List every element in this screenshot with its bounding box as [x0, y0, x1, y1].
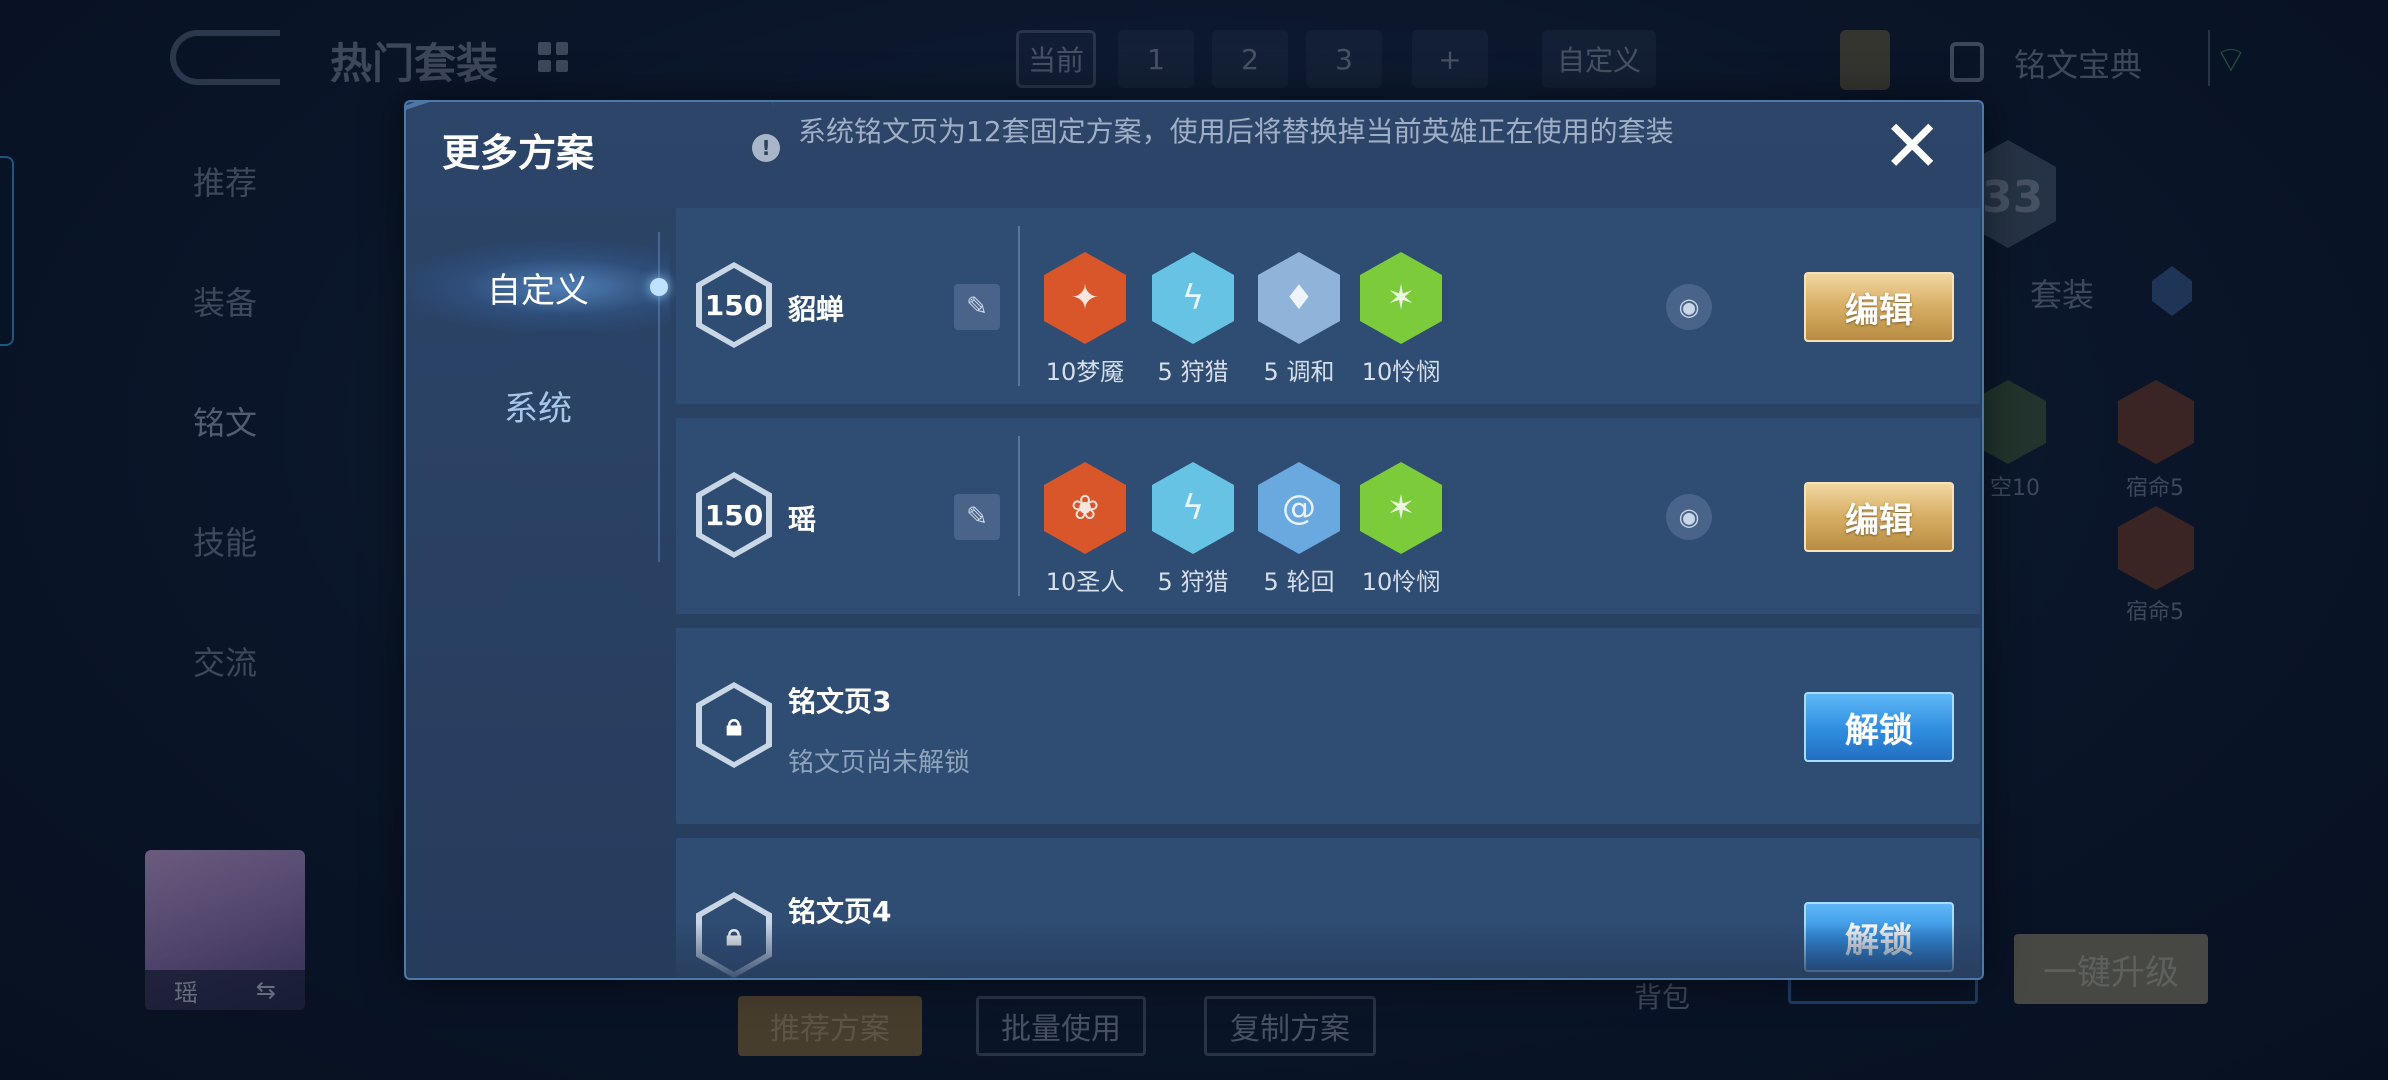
sidebar-item-system[interactable]: 系统	[406, 360, 670, 450]
rune-icon-3[interactable]: @	[1258, 462, 1340, 554]
rename-pen-icon[interactable]: ✎	[954, 284, 1000, 330]
preview-eye-icon[interactable]: ◉	[1666, 494, 1712, 540]
rune-icon-4[interactable]: ✶	[1360, 252, 1442, 344]
rune-label-2: 5 狩猎	[1157, 358, 1229, 386]
info-text: 系统铭文页为12套固定方案，使用后将替换掉当前英雄正在使用的套装	[798, 115, 1674, 148]
scroll-fade	[406, 922, 1982, 978]
rune-icon-1[interactable]: ❀	[1044, 462, 1126, 554]
rune-label-2: 5 狩猎	[1157, 568, 1229, 596]
rune-label-3: 5 轮回	[1263, 568, 1335, 596]
more-plans-modal: 更多方案 ! 系统铭文页为12套固定方案，使用后将替换掉当前英雄正在使用的套装 …	[404, 100, 1984, 980]
sidebar-active-dot	[650, 278, 668, 296]
level-badge: 150	[696, 472, 772, 558]
level-badge: 150	[696, 262, 772, 348]
page-status: 铭文页尚未解锁	[788, 748, 971, 778]
lock-badge: 🔒︎	[696, 682, 772, 768]
row-divider	[1018, 226, 1020, 386]
level-value: 150	[702, 478, 766, 552]
rune-icon-2[interactable]: ϟ	[1152, 252, 1234, 344]
rune-page-row-3[interactable]: 🔒︎ 铭文页3 铭文页尚未解锁 解锁	[676, 628, 1980, 824]
edit-button[interactable]: 编辑	[1804, 482, 1954, 552]
page-name: 瑶	[788, 503, 817, 536]
rune-page-row-2[interactable]: 150 瑶 ✎ ❀ 10圣人 ϟ 5 狩猎 @ 5 轮回 ✶ 10怜悯 ◉ 编辑	[676, 418, 1980, 614]
close-button[interactable]: ✕	[1882, 110, 1942, 182]
rune-label-1: 10梦魇	[1045, 358, 1125, 386]
row-divider	[1018, 436, 1020, 596]
rune-icon-2[interactable]: ϟ	[1152, 462, 1234, 554]
preview-eye-icon[interactable]: ◉	[1666, 284, 1712, 330]
sidebar-item-custom[interactable]: 自定义	[406, 242, 670, 332]
lock-icon: 🔒︎	[702, 688, 766, 762]
rune-icon-1[interactable]: ✦	[1044, 252, 1126, 344]
rune-label-3: 5 调和	[1263, 358, 1335, 386]
rune-icon-3[interactable]: ♦	[1258, 252, 1340, 344]
modal-title: 更多方案	[442, 131, 595, 175]
info-icon: !	[752, 134, 780, 162]
rune-label-4: 10怜悯	[1361, 568, 1441, 596]
edit-button[interactable]: 编辑	[1804, 272, 1954, 342]
rune-page-row-1[interactable]: 150 貂蝉 ✎ ✦ 10梦魇 ϟ 5 狩猎 ♦ 5 调和 ✶ 10怜悯 ◉ 编…	[676, 208, 1980, 404]
rune-icon-4[interactable]: ✶	[1360, 462, 1442, 554]
unlock-button[interactable]: 解锁	[1804, 692, 1954, 762]
rune-label-1: 10圣人	[1045, 568, 1125, 596]
rename-pen-icon[interactable]: ✎	[954, 494, 1000, 540]
page-name: 铭文页3	[788, 685, 892, 718]
rune-label-4: 10怜悯	[1361, 358, 1441, 386]
page-name: 貂蝉	[788, 293, 845, 326]
level-value: 150	[702, 268, 766, 342]
